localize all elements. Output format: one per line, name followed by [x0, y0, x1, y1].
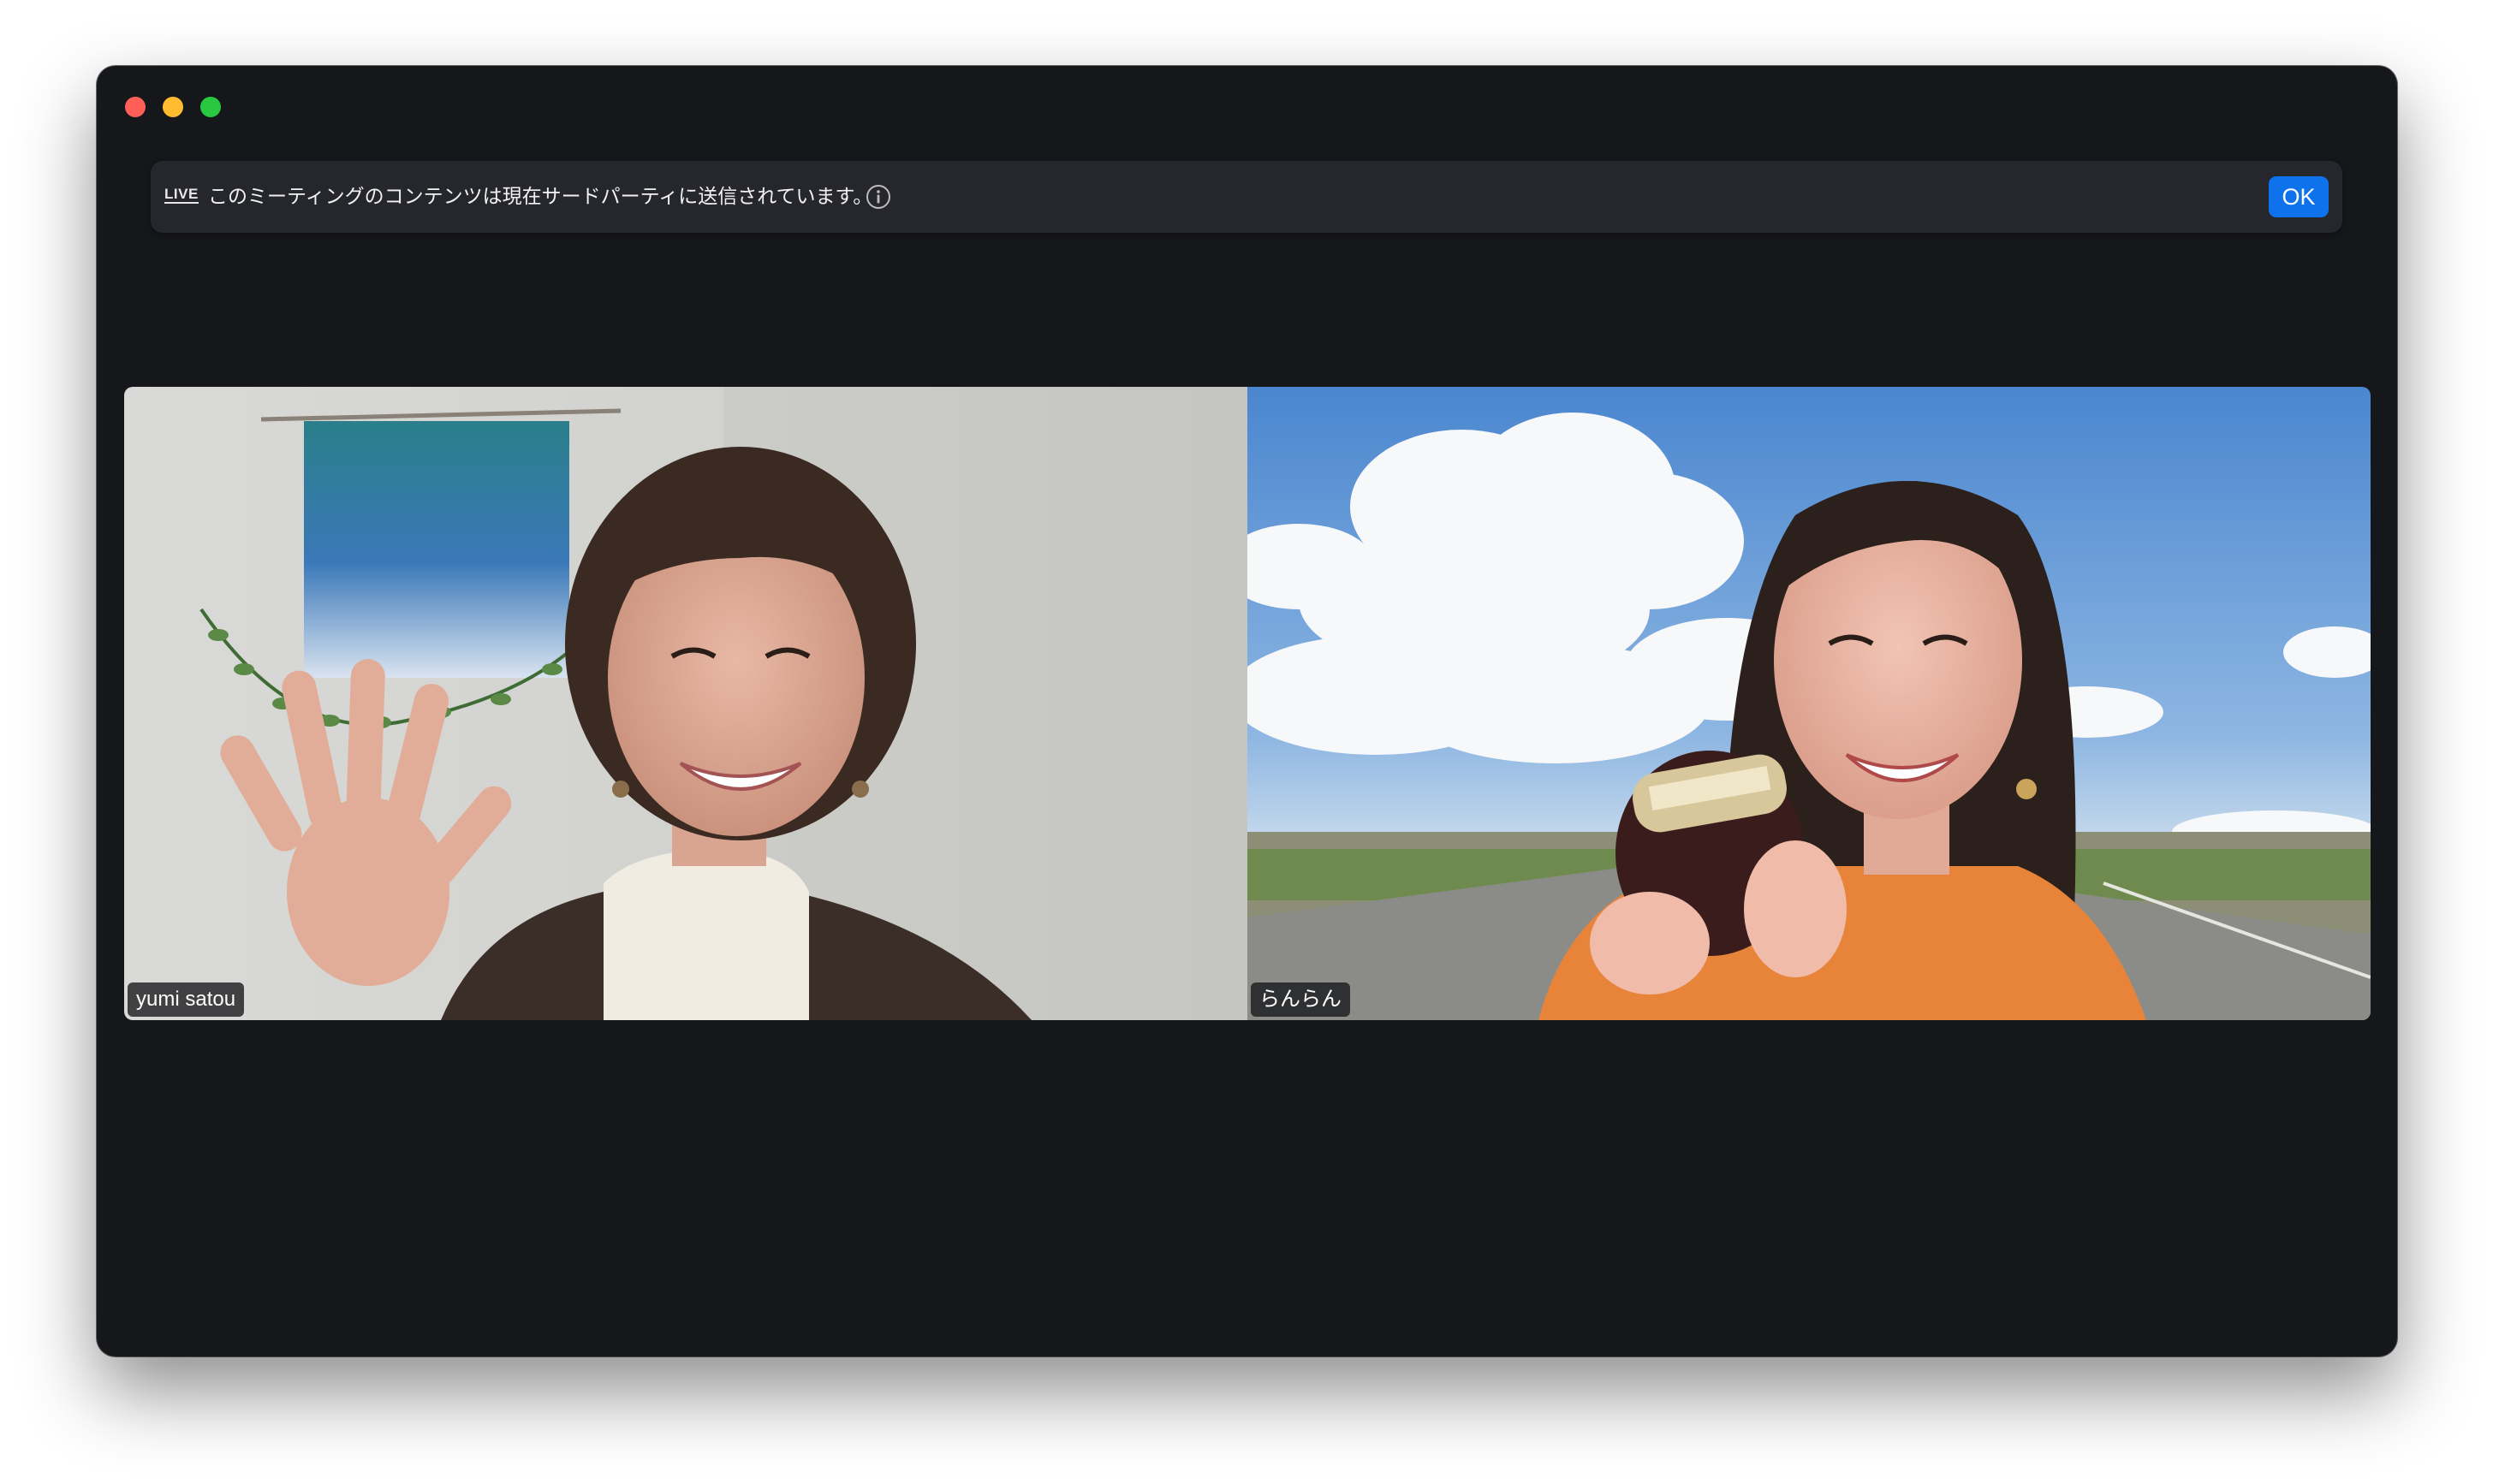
banner-message: このミーティングのコンテンツは現在サードパーティに送信されています。	[208, 185, 873, 207]
ok-button[interactable]: OK	[2269, 176, 2329, 217]
participant-name-label: yumi satou	[128, 982, 245, 1017]
participant-name-label: らんらん	[1251, 982, 1350, 1017]
meeting-window: LIVE このミーティングのコンテンツは現在サードパーティに送信されています。 …	[97, 66, 2397, 1356]
live-transcription-banner: LIVE このミーティングのコンテンツは現在サードパーティに送信されています。 …	[151, 161, 2342, 233]
participant-1-video	[124, 387, 1247, 1020]
window-maximize-button[interactable]	[200, 97, 221, 117]
video-tile-participant-1[interactable]: yumi satou	[124, 387, 1247, 1020]
participant-2-video	[1247, 387, 2371, 1020]
window-close-button[interactable]	[125, 97, 146, 117]
info-icon[interactable]	[866, 184, 891, 210]
video-tile-participant-2[interactable]: らんらん	[1247, 387, 2371, 1020]
window-minimize-button[interactable]	[163, 97, 183, 117]
live-icon: LIVE	[164, 186, 199, 204]
